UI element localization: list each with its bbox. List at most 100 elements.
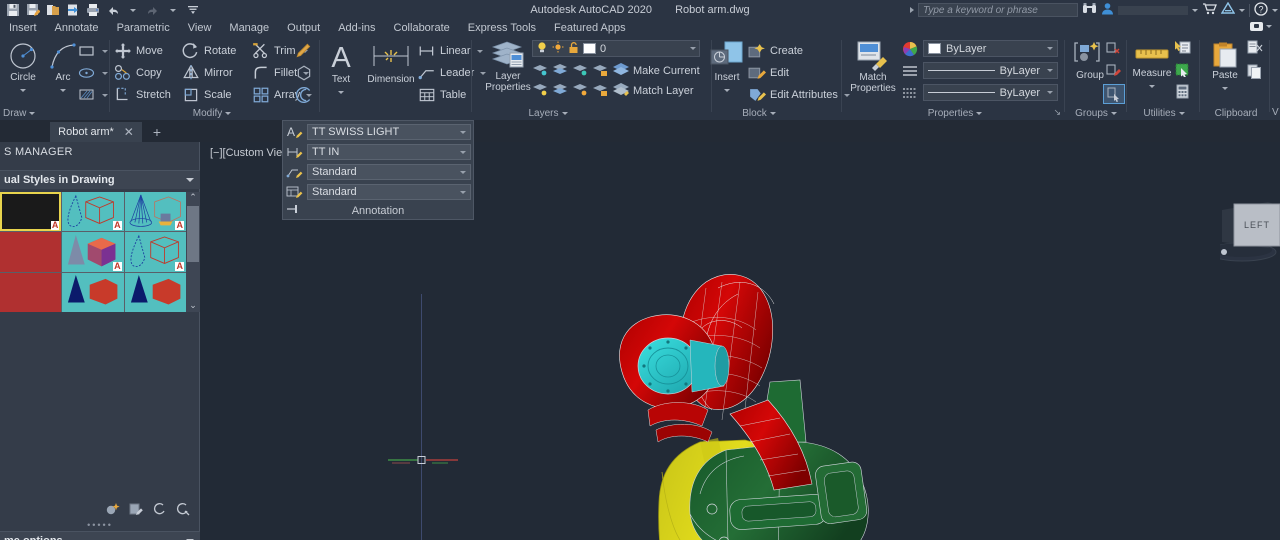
ribbon-minimize-icon[interactable]	[1250, 22, 1263, 31]
scroll-down-icon[interactable]: ⌄	[189, 300, 197, 312]
visual-style-thumb-8[interactable]	[124, 272, 186, 312]
ribbon-tab-collaborate[interactable]: Collaborate	[385, 20, 459, 36]
export-style-icon[interactable]	[151, 502, 167, 519]
layer-isolate-icon[interactable]	[532, 62, 549, 80]
plot-icon[interactable]	[83, 1, 102, 19]
pin-icon[interactable]	[286, 203, 300, 218]
ellipse-dropdown-icon[interactable]	[102, 71, 108, 75]
layer-on-icon[interactable]	[536, 41, 548, 57]
layer-color-swatch[interactable]	[583, 43, 596, 54]
insert-block-button[interactable]: Insert	[704, 40, 750, 95]
layer-on-tool-icon[interactable]	[532, 82, 549, 100]
measure-button[interactable]: Measure	[1128, 42, 1176, 91]
object-color-dropdown-icon[interactable]	[1047, 47, 1053, 50]
circle-dropdown-icon[interactable]	[20, 89, 26, 92]
export-icon[interactable]	[63, 1, 82, 19]
layer-properties-button[interactable]: Layer Properties	[478, 39, 538, 93]
user-dropdown-icon[interactable]	[1192, 8, 1198, 12]
undo-icon[interactable]	[103, 1, 122, 19]
visual-style-thumb-1[interactable]: A	[62, 192, 124, 232]
copy-clip-icon[interactable]	[1246, 64, 1263, 82]
table-style-dropdown-icon[interactable]	[460, 190, 466, 194]
visual-style-thumb-2[interactable]: A	[124, 192, 186, 232]
ribbon-tab-view[interactable]: View	[179, 20, 221, 36]
offset-icon[interactable]	[295, 85, 313, 105]
section-styles-in-drawing[interactable]: ual Styles in Drawing	[0, 170, 200, 189]
edit-attributes-button[interactable]: Edit Attributes	[748, 85, 850, 105]
panel-resize-grip[interactable]: •••••	[0, 520, 200, 530]
rectangle-dropdown-icon[interactable]	[102, 49, 108, 53]
hatch-dropdown-icon[interactable]	[102, 93, 108, 97]
visual-style-thumb-6[interactable]	[0, 272, 62, 312]
scrollbar-thumb[interactable]	[187, 206, 199, 262]
lineweight-dropdown-icon[interactable]	[1047, 91, 1053, 94]
color-wheel-icon[interactable]	[902, 41, 918, 60]
text-button[interactable]: A Text	[318, 40, 364, 97]
section-frame-options[interactable]: me options	[0, 531, 200, 540]
save-icon[interactable]	[3, 1, 22, 19]
linear-dimension-button[interactable]: Linear	[418, 41, 483, 61]
scroll-up-icon[interactable]: ⌃	[189, 192, 197, 204]
rectangle-button[interactable]	[78, 41, 108, 61]
cut-icon[interactable]	[1246, 40, 1263, 58]
group-selection-toggle[interactable]	[1103, 84, 1125, 104]
ellipse-button[interactable]	[78, 63, 108, 83]
text-style-dropdown-icon[interactable]	[460, 130, 466, 134]
paste-dropdown-icon[interactable]	[1222, 87, 1228, 90]
leader-style-icon[interactable]	[286, 164, 303, 183]
panel-modify-title[interactable]: Modify	[112, 108, 312, 119]
table-style-icon[interactable]	[286, 184, 303, 203]
apply-style-icon[interactable]	[128, 502, 144, 519]
layer-lock-icon[interactable]	[592, 62, 609, 80]
ribbon-tab-manage[interactable]: Manage	[220, 20, 278, 36]
text-style-icon[interactable]: A	[286, 124, 303, 143]
match-properties-button[interactable]: Match Properties	[845, 40, 901, 94]
layer-off-icon[interactable]	[572, 62, 589, 80]
undo-dropdown-icon[interactable]	[123, 1, 142, 19]
layer-unlock-icon[interactable]	[568, 41, 579, 57]
measure-dropdown-icon[interactable]	[1149, 85, 1155, 88]
linetype-dropdown-icon[interactable]	[1047, 69, 1053, 72]
panel-properties-title[interactable]: Properties	[845, 108, 1065, 119]
autodesk-a-icon[interactable]	[1220, 1, 1236, 18]
panel-layers-title[interactable]: Layers	[474, 108, 622, 119]
leader-style-dropdown-icon[interactable]	[460, 170, 466, 174]
arc-dropdown-icon[interactable]	[60, 89, 66, 92]
help-dropdown-icon[interactable]	[1272, 8, 1278, 12]
table-button[interactable]: Table	[418, 85, 466, 105]
linetype-combo[interactable]: ByLayer	[923, 62, 1058, 79]
visual-style-thumb-7[interactable]	[62, 272, 124, 312]
scale-button[interactable]: Scale	[182, 85, 232, 105]
text-style-combo[interactable]: TT SWISS LIGHT	[307, 124, 471, 140]
user-account-icon[interactable]	[1101, 2, 1114, 18]
paste-button[interactable]: Paste	[1202, 42, 1248, 93]
thumbnail-scrollbar[interactable]: ⌃ ⌄	[186, 192, 200, 312]
panel-draw-title[interactable]: Draw	[0, 108, 110, 119]
visual-style-thumb-4[interactable]: A	[62, 232, 124, 272]
table-style-combo[interactable]: Standard	[307, 184, 471, 200]
panel-view-title-partial[interactable]: V	[1272, 107, 1279, 118]
help-icon[interactable]: ?	[1254, 1, 1268, 19]
delete-style-icon[interactable]	[174, 502, 190, 519]
panel-clipboard-title[interactable]: Clipboard	[1202, 108, 1270, 119]
new-tab-icon[interactable]: +	[148, 122, 166, 142]
quick-select-icon[interactable]	[1174, 40, 1191, 58]
hatch-button[interactable]	[78, 85, 108, 105]
dimension-button[interactable]: Dimension	[360, 40, 422, 85]
properties-dialog-launcher-icon[interactable]: ↘	[1053, 107, 1061, 118]
create-new-style-icon[interactable]	[105, 502, 121, 519]
visual-style-thumb-3[interactable]	[0, 232, 62, 272]
match-layer-icon[interactable]	[612, 82, 630, 100]
search-input[interactable]: Type a keyword or phrase	[918, 3, 1078, 17]
ribbon-tab-express-tools[interactable]: Express Tools	[459, 20, 545, 36]
dimension-style-dropdown-icon[interactable]	[460, 150, 466, 154]
current-layer-combo[interactable]: 0	[532, 40, 700, 57]
dimension-style-combo[interactable]: TT IN	[307, 144, 471, 160]
layer-unlock-tool-icon[interactable]	[592, 82, 609, 100]
layer-combo-dropdown-icon[interactable]	[690, 47, 696, 50]
redo-icon[interactable]	[143, 1, 162, 19]
autodesk-dropdown-icon[interactable]	[1239, 8, 1245, 12]
rotate-button[interactable]: Rotate	[182, 41, 236, 61]
insert-dropdown-icon[interactable]	[724, 89, 730, 92]
copy-button[interactable]: Copy	[114, 63, 162, 83]
